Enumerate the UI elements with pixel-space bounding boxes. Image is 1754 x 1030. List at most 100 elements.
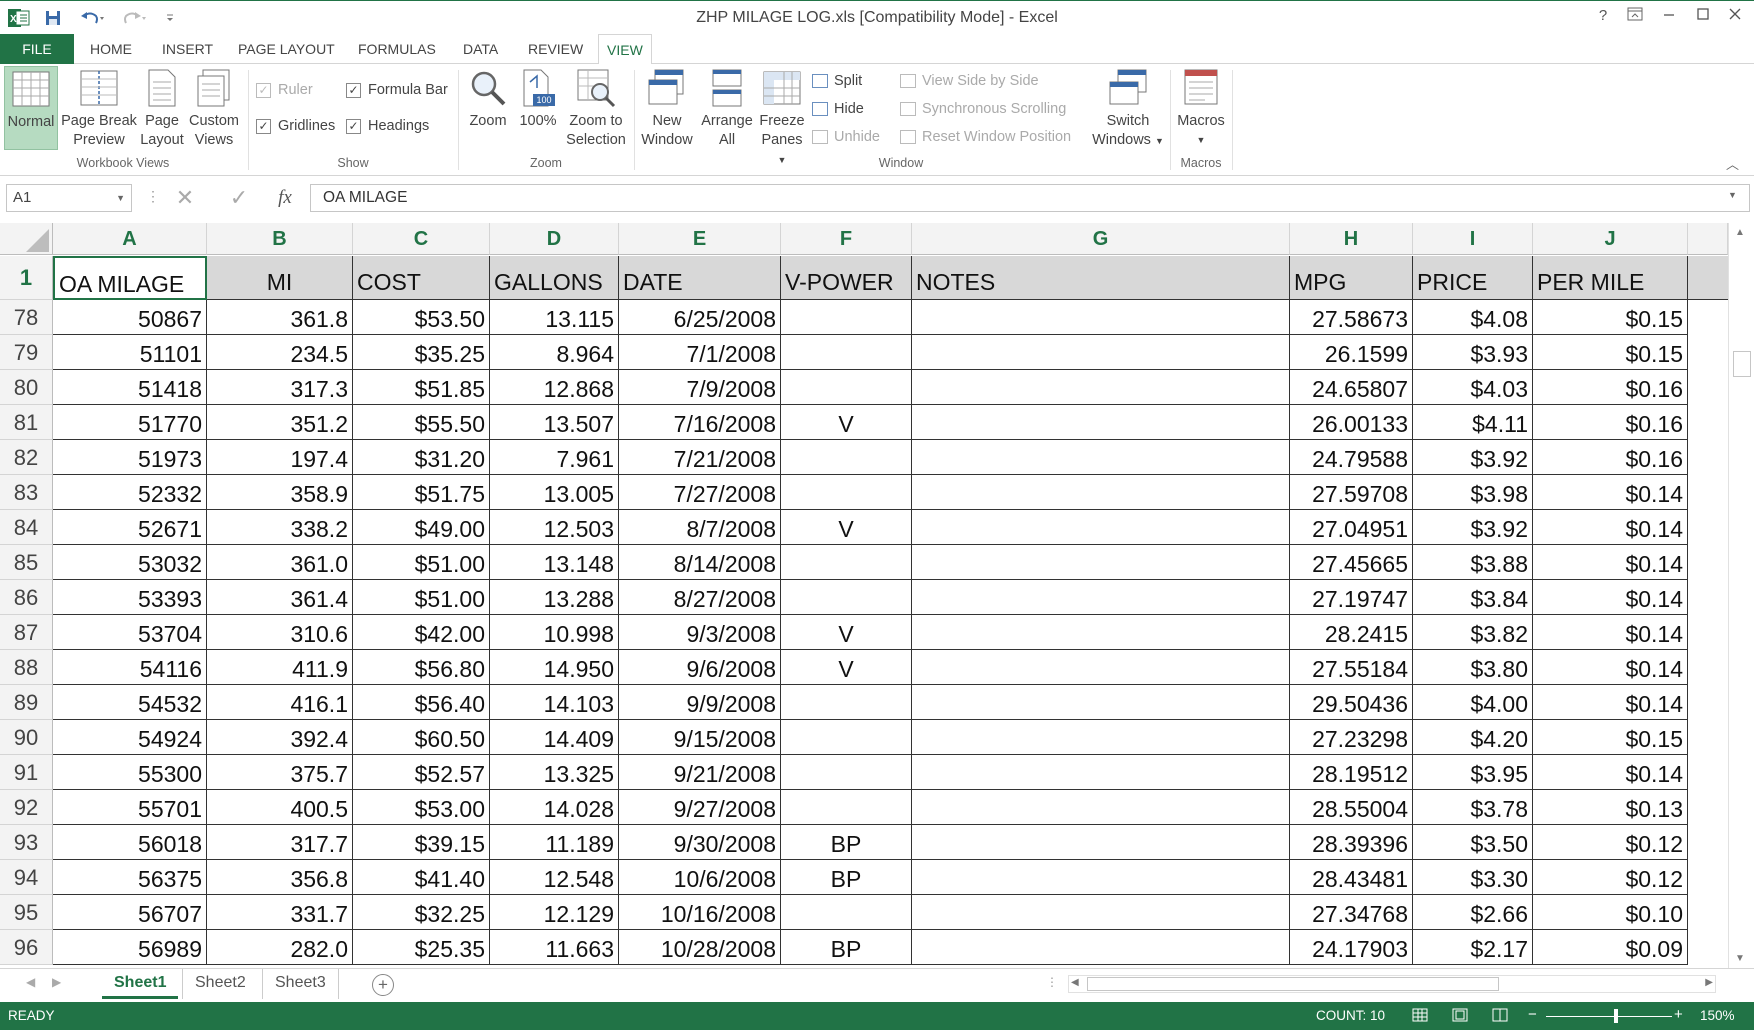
cell-f[interactable] [781,790,912,825]
cell-a[interactable]: 56707 [53,895,207,930]
cell-c[interactable]: $51.00 [353,580,490,615]
cell-g[interactable] [912,930,1290,965]
prev-sheet-icon[interactable]: ◀ [26,975,35,989]
tab-insert[interactable]: INSERT [154,34,221,64]
header-cell[interactable]: V-POWER [781,256,912,300]
cell-g[interactable] [912,860,1290,895]
cell-j[interactable]: $0.12 [1533,860,1688,895]
page-break-status-icon[interactable] [1492,1007,1508,1026]
cell-a[interactable]: 52332 [53,475,207,510]
cell-b[interactable]: 317.7 [207,825,353,860]
cell-c[interactable]: $39.15 [353,825,490,860]
cell-c[interactable]: $52.57 [353,755,490,790]
row-header[interactable]: 85 [0,545,53,580]
zoom-to-selection-button[interactable]: Zoom to Selection [562,68,630,150]
cell-j[interactable]: $0.16 [1533,405,1688,440]
cell-g[interactable] [912,580,1290,615]
cell-f[interactable] [781,685,912,720]
cell-b[interactable]: 361.4 [207,580,353,615]
cell-b[interactable]: 197.4 [207,440,353,475]
sheet-tab-sheet2[interactable]: Sheet2 [182,969,258,999]
cell-h[interactable]: 24.79588 [1290,440,1413,475]
tab-home[interactable]: HOME [82,34,140,64]
cell-c[interactable]: $56.40 [353,685,490,720]
cell-e[interactable]: 10/6/2008 [619,860,781,895]
header-cell[interactable]: OA MILAGE [53,256,207,300]
column-header-i[interactable]: I [1413,223,1533,255]
cell-d[interactable]: 14.028 [490,790,619,825]
horizontal-scrollbar[interactable]: ◀ ▶ [1068,975,1716,993]
cell-i[interactable]: $2.17 [1413,930,1533,965]
normal-view-button[interactable]: Normal [4,66,58,150]
cell-j[interactable]: $0.16 [1533,370,1688,405]
scroll-right-icon[interactable]: ▶ [1705,977,1713,988]
cell-i[interactable]: $3.88 [1413,545,1533,580]
cell-h[interactable]: 28.19512 [1290,755,1413,790]
custom-views-button[interactable]: Custom Views [186,68,242,150]
macros-button[interactable]: Macros ▼ [1172,68,1230,150]
gridlines-checkbox[interactable]: ✓ Gridlines [256,116,335,136]
cell-c[interactable]: $60.50 [353,720,490,755]
next-sheet-icon[interactable]: ▶ [52,975,61,989]
cell-h[interactable]: 27.55184 [1290,650,1413,685]
cell-d[interactable]: 10.998 [490,615,619,650]
cell-g[interactable] [912,895,1290,930]
cell-j[interactable]: $0.14 [1533,510,1688,545]
cell-j[interactable]: $0.13 [1533,790,1688,825]
cell-f[interactable]: BP [781,825,912,860]
cell-i[interactable]: $3.82 [1413,615,1533,650]
cell-g[interactable] [912,615,1290,650]
cell-f[interactable] [781,440,912,475]
cell-i[interactable]: $3.93 [1413,335,1533,370]
tab-formulas[interactable]: FORMULAS [350,34,444,64]
zoom-button[interactable]: Zoom [462,68,514,131]
cell-i[interactable]: $2.66 [1413,895,1533,930]
cell-e[interactable]: 9/15/2008 [619,720,781,755]
row-header[interactable]: 82 [0,440,53,475]
scroll-down-icon[interactable]: ▼ [1735,953,1745,964]
row-header[interactable]: 91 [0,755,53,790]
cell-a[interactable]: 53704 [53,615,207,650]
cell-i[interactable]: $3.78 [1413,790,1533,825]
page-layout-view-button[interactable]: Page Layout [140,68,184,150]
cell-j[interactable]: $0.15 [1533,720,1688,755]
cell-b[interactable]: 358.9 [207,475,353,510]
cell-a[interactable]: 53032 [53,545,207,580]
vertical-scrollbar[interactable]: ▲ ▼ [1728,223,1754,968]
cell-f[interactable] [781,720,912,755]
cell-j[interactable]: $0.15 [1533,335,1688,370]
cell-i[interactable]: $4.00 [1413,685,1533,720]
cell-g[interactable] [912,335,1290,370]
unhide-button[interactable]: Unhide [812,126,880,148]
cell-d[interactable]: 11.663 [490,930,619,965]
cell-j[interactable]: $0.14 [1533,475,1688,510]
cell-b[interactable]: 282.0 [207,930,353,965]
cell-d[interactable]: 12.129 [490,895,619,930]
cell-h[interactable]: 29.50436 [1290,685,1413,720]
cell-e[interactable]: 7/9/2008 [619,370,781,405]
page-break-preview-button[interactable]: Page Break Preview [60,68,138,150]
cell-a[interactable]: 56989 [53,930,207,965]
cell-c[interactable]: $31.20 [353,440,490,475]
cell-g[interactable] [912,755,1290,790]
column-header-d[interactable]: D [490,223,619,255]
row-header[interactable]: 83 [0,475,53,510]
cell-c[interactable]: $42.00 [353,615,490,650]
cell-g[interactable] [912,440,1290,475]
header-cell[interactable]: COST [353,256,490,300]
cell-e[interactable]: 9/27/2008 [619,790,781,825]
ruler-checkbox[interactable]: ✓ Ruler [256,80,313,100]
cell-d[interactable]: 12.503 [490,510,619,545]
expand-formula-bar-icon[interactable]: ▼ [1728,190,1737,200]
column-header-k[interactable] [1688,223,1728,255]
cell-f[interactable]: V [781,405,912,440]
cell-j[interactable]: $0.15 [1533,300,1688,335]
cell-c[interactable]: $51.00 [353,545,490,580]
cell-e[interactable]: 9/3/2008 [619,615,781,650]
cell-g[interactable] [912,650,1290,685]
cell-b[interactable]: 351.2 [207,405,353,440]
cell-d[interactable]: 11.189 [490,825,619,860]
cell-h[interactable]: 28.55004 [1290,790,1413,825]
column-header-a[interactable]: A [53,223,207,255]
row-header[interactable]: 93 [0,825,53,860]
